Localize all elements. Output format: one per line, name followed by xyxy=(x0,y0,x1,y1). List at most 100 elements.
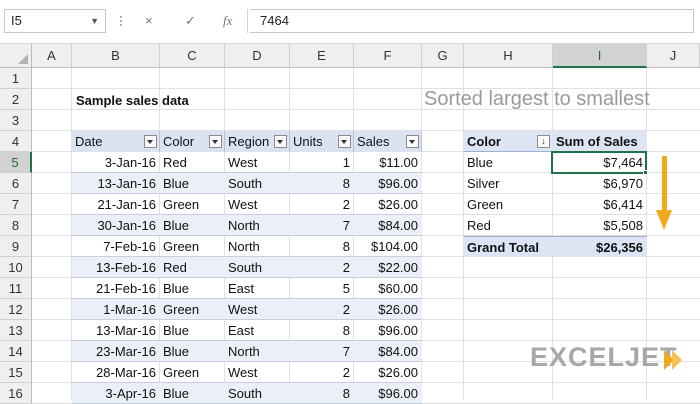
formula-bar-grip[interactable] xyxy=(118,14,124,30)
filter-dropdown-icon[interactable] xyxy=(274,135,287,148)
table-cell[interactable]: Blue xyxy=(160,173,225,194)
table-cell[interactable]: North xyxy=(225,341,290,362)
column-header-d[interactable]: D xyxy=(225,44,290,68)
column-header-e[interactable]: E xyxy=(290,44,354,68)
table-cell[interactable]: $26.00 xyxy=(354,194,422,215)
row-header-2[interactable]: 2 xyxy=(0,89,32,110)
chevron-down-icon[interactable]: ▼ xyxy=(90,10,99,32)
table-cell[interactable]: $84.00 xyxy=(354,215,422,236)
table-cell[interactable]: West xyxy=(225,194,290,215)
column-header-j[interactable]: J xyxy=(647,44,700,68)
table-cell[interactable]: Blue xyxy=(160,320,225,341)
row-header-15[interactable]: 15 xyxy=(0,362,32,383)
table-cell[interactable]: 1 xyxy=(290,152,354,173)
column-header-f[interactable]: F xyxy=(354,44,422,68)
table-cell[interactable]: $22.00 xyxy=(354,257,422,278)
table-cell[interactable]: West xyxy=(225,299,290,320)
table-cell[interactable]: Blue xyxy=(160,341,225,362)
row-header-11[interactable]: 11 xyxy=(0,278,32,299)
table-header-color[interactable]: Color xyxy=(160,131,225,152)
table-cell[interactable]: 8 xyxy=(290,236,354,257)
table-cell[interactable]: 30-Jan-16 xyxy=(72,215,160,236)
table-cell[interactable]: Red xyxy=(160,152,225,173)
column-header-a[interactable]: A xyxy=(32,44,72,68)
row-header-3[interactable]: 3 xyxy=(0,110,32,131)
table-cell[interactable]: Green xyxy=(160,299,225,320)
table-cell[interactable]: $96.00 xyxy=(354,173,422,194)
row-header-14[interactable]: 14 xyxy=(0,341,32,362)
select-all-button[interactable] xyxy=(0,44,32,68)
row-header-16[interactable]: 16 xyxy=(0,383,32,404)
table-cell[interactable]: $104.00 xyxy=(354,236,422,257)
fill-handle[interactable] xyxy=(643,170,648,175)
row-header-1[interactable]: 1 xyxy=(0,68,32,89)
pivot-grand-total-label[interactable]: Grand Total xyxy=(464,236,553,257)
table-cell[interactable]: East xyxy=(225,320,290,341)
pivot-row-value[interactable]: $5,508 xyxy=(553,215,647,236)
table-cell[interactable]: East xyxy=(225,278,290,299)
table-cell[interactable]: 2 xyxy=(290,194,354,215)
table-header-region[interactable]: Region xyxy=(225,131,290,152)
table-cell[interactable]: 1-Mar-16 xyxy=(72,299,160,320)
column-header-c[interactable]: C xyxy=(160,44,225,68)
table-cell[interactable]: North xyxy=(225,236,290,257)
table-cell[interactable]: 23-Mar-16 xyxy=(72,341,160,362)
table-cell[interactable]: 3-Apr-16 xyxy=(72,383,160,404)
filter-dropdown-icon[interactable] xyxy=(209,135,222,148)
table-cell[interactable]: 8 xyxy=(290,320,354,341)
table-cell[interactable]: $84.00 xyxy=(354,341,422,362)
row-header-5[interactable]: 5 xyxy=(0,152,32,173)
name-box[interactable]: I5 ▼ xyxy=(4,9,106,33)
table-cell[interactable]: 13-Jan-16 xyxy=(72,173,160,194)
table-cell[interactable]: South xyxy=(225,383,290,404)
cancel-icon[interactable]: × xyxy=(145,9,153,33)
pivot-header-color[interactable]: Color ↓ xyxy=(464,131,553,152)
column-header-i[interactable]: I xyxy=(553,44,647,68)
table-cell[interactable]: 3-Jan-16 xyxy=(72,152,160,173)
table-header-date[interactable]: Date xyxy=(72,131,160,152)
row-header-4[interactable]: 4 xyxy=(0,131,32,152)
table-cell[interactable]: 28-Mar-16 xyxy=(72,362,160,383)
row-header-10[interactable]: 10 xyxy=(0,257,32,278)
pivot-header-sum[interactable]: Sum of Sales xyxy=(553,131,647,152)
table-cell[interactable]: Green xyxy=(160,236,225,257)
pivot-row-label[interactable]: Blue xyxy=(464,152,553,173)
pivot-row-label[interactable]: Silver xyxy=(464,173,553,194)
table-cell[interactable]: Green xyxy=(160,362,225,383)
confirm-icon[interactable]: ✓ xyxy=(185,9,196,33)
formula-input[interactable]: 7464 xyxy=(250,9,694,33)
row-header-9[interactable]: 9 xyxy=(0,236,32,257)
table-cell[interactable]: $26.00 xyxy=(354,362,422,383)
table-cell[interactable]: North xyxy=(225,215,290,236)
column-header-h[interactable]: H xyxy=(464,44,553,68)
table-cell[interactable]: 21-Feb-16 xyxy=(72,278,160,299)
insert-function-icon[interactable]: fx xyxy=(223,9,232,33)
table-cell[interactable]: 8 xyxy=(290,173,354,194)
table-cell[interactable]: Red xyxy=(160,257,225,278)
row-header-6[interactable]: 6 xyxy=(0,173,32,194)
table-cell[interactable]: $96.00 xyxy=(354,383,422,404)
active-cell-selection[interactable] xyxy=(551,151,647,174)
sheet-title[interactable]: Sample sales data xyxy=(76,90,189,111)
table-cell[interactable]: 2 xyxy=(290,362,354,383)
column-header-b[interactable]: B xyxy=(72,44,160,68)
table-cell[interactable]: 13-Feb-16 xyxy=(72,257,160,278)
table-cell[interactable]: 2 xyxy=(290,299,354,320)
table-cell[interactable]: 2 xyxy=(290,257,354,278)
table-cell[interactable]: Blue xyxy=(160,383,225,404)
table-cell[interactable]: $26.00 xyxy=(354,299,422,320)
table-cell[interactable]: 8 xyxy=(290,383,354,404)
table-cell[interactable]: 7-Feb-16 xyxy=(72,236,160,257)
filter-dropdown-icon[interactable] xyxy=(338,135,351,148)
table-cell[interactable]: West xyxy=(225,362,290,383)
table-cell[interactable]: Green xyxy=(160,194,225,215)
table-cell[interactable]: South xyxy=(225,173,290,194)
table-cell[interactable]: $96.00 xyxy=(354,320,422,341)
table-cell[interactable]: 13-Mar-16 xyxy=(72,320,160,341)
row-header-12[interactable]: 12 xyxy=(0,299,32,320)
table-header-sales[interactable]: Sales xyxy=(354,131,422,152)
row-header-8[interactable]: 8 xyxy=(0,215,32,236)
table-header-units[interactable]: Units xyxy=(290,131,354,152)
column-header-g[interactable]: G xyxy=(422,44,464,68)
pivot-row-label[interactable]: Green xyxy=(464,194,553,215)
